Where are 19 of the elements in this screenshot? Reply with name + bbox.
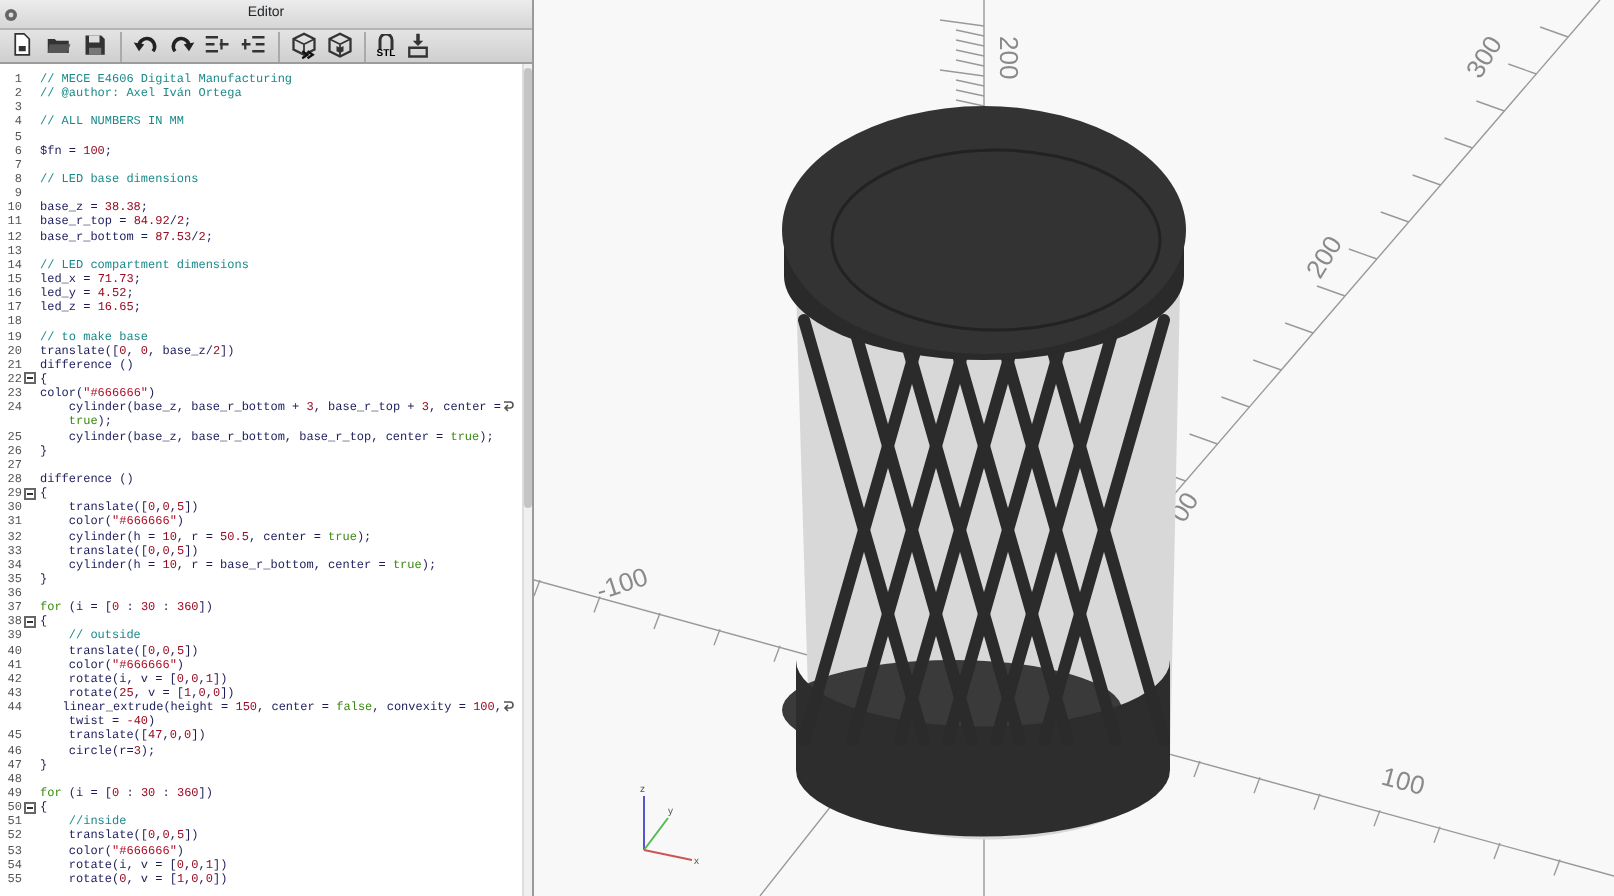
close-icon[interactable] (4, 8, 18, 22)
axis-label: -100 (592, 561, 652, 606)
preview-cube-icon (290, 32, 318, 60)
cube-icon (326, 32, 354, 60)
collapse-icon[interactable] (24, 372, 36, 385)
axis-label: 300 (1459, 30, 1509, 84)
preview-cube-button[interactable] (286, 30, 322, 62)
print-icon (404, 32, 432, 60)
collapse-icon[interactable] (24, 801, 36, 814)
collapse-icon[interactable] (24, 615, 36, 628)
axis-label: 200 (1299, 230, 1349, 284)
axis-label: 100 (1378, 760, 1429, 802)
scrollbar[interactable] (522, 64, 532, 896)
arch-icon (376, 33, 396, 49)
save-icon (82, 32, 110, 60)
collapse-icon[interactable] (24, 487, 36, 500)
scrollbar-thumb[interactable] (524, 68, 532, 508)
axis-label: 200 (994, 36, 1024, 80)
cube-button[interactable] (322, 30, 358, 62)
